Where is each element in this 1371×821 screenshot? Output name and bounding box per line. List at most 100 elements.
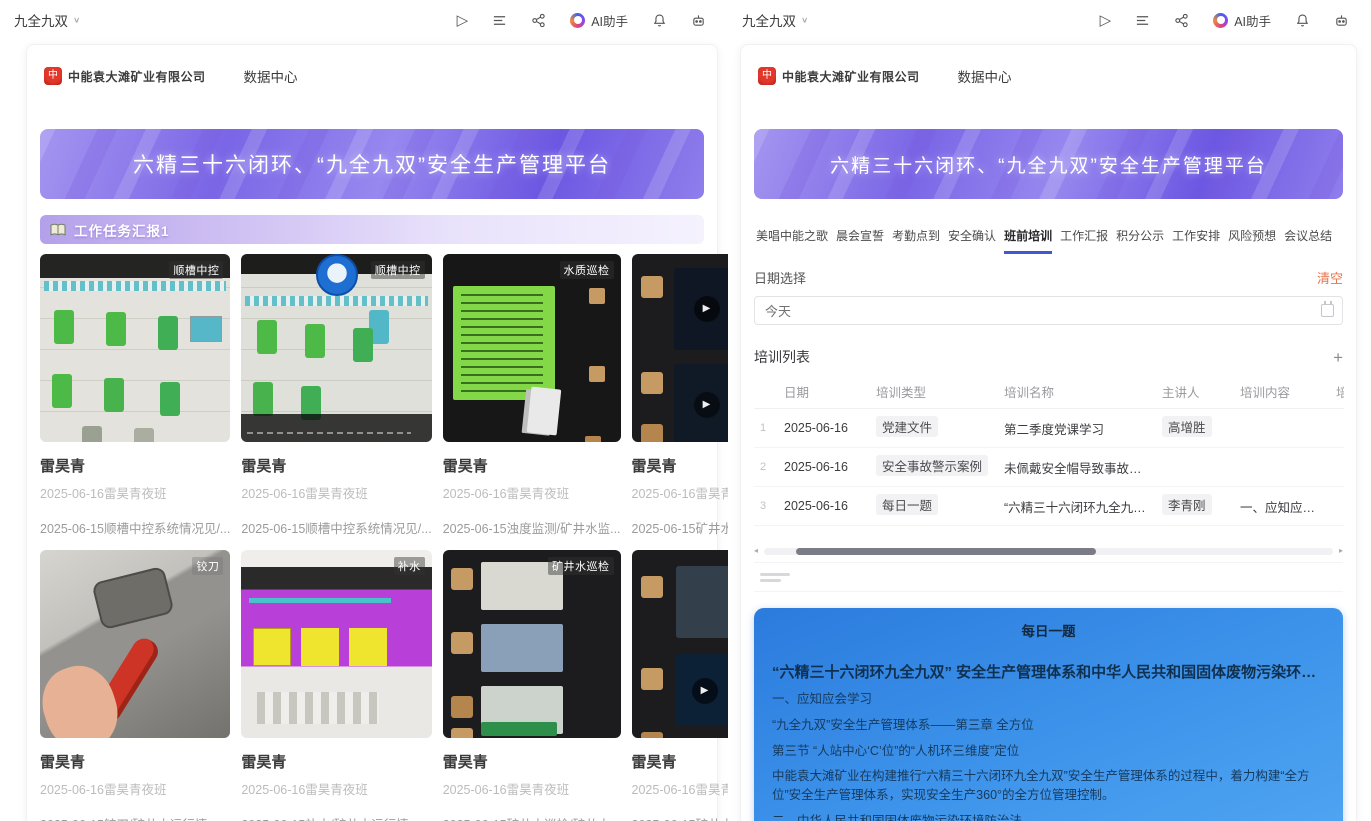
- row-index: 3: [754, 487, 778, 526]
- video-thumbnail[interactable]: 铰刀: [40, 550, 230, 738]
- video-thumbnail[interactable]: 水质巡检: [443, 254, 621, 442]
- card-title: 雷昊青: [443, 751, 621, 772]
- tab-work-report[interactable]: 工作汇报: [1060, 225, 1108, 254]
- left-topbar-icons: ▷ AI助手: [457, 11, 706, 30]
- training-list-header: 培训列表 +: [754, 347, 1343, 367]
- scroll-left-icon[interactable]: ◂: [754, 546, 758, 555]
- tab-points-publicity[interactable]: 积分公示: [1116, 225, 1164, 254]
- list-icon[interactable]: [492, 13, 507, 28]
- ai-assistant-button[interactable]: AI助手: [1213, 11, 1271, 30]
- ai-assistant-button[interactable]: AI助手: [570, 11, 628, 30]
- workspace-switcher[interactable]: 九全九双 ∨: [742, 10, 808, 30]
- calendar-icon[interactable]: [1321, 304, 1334, 317]
- scroll-right-icon[interactable]: ▸: [1339, 546, 1343, 555]
- cell-name: “六精三十六闭环九全九双”安...: [998, 487, 1156, 526]
- module-tabs: 美唱中能之歌 晨会宣誓 考勤点到 安全确认 班前培训 工作汇报 积分公示 工作安…: [754, 225, 1343, 254]
- col-speaker: 主讲人: [1156, 375, 1234, 409]
- tab-risk-anticipation[interactable]: 风险预想: [1228, 225, 1276, 254]
- tab-safety-confirm[interactable]: 安全确认: [948, 225, 996, 254]
- thumbnail-tag: 顺槽中控: [169, 261, 223, 279]
- thumbnail-art: [641, 576, 663, 598]
- robot-icon[interactable]: [1334, 13, 1349, 28]
- share-icon[interactable]: [531, 13, 546, 28]
- thumbnail-art: [249, 598, 391, 603]
- work-report-card[interactable]: 顺槽中控 雷昊青 2025-06-16雷昊青夜班 2025-06-15顺槽中控系…: [241, 254, 431, 537]
- company-logo: 中能袁大滩矿业有限公司: [758, 67, 920, 85]
- col-truncated: 培训: [1330, 375, 1344, 409]
- table-row[interactable]: 1 2025-06-16 党建文件 第二季度党课学习 高增胜: [754, 409, 1344, 448]
- video-thumbnail[interactable]: 顺槽中控: [40, 254, 230, 442]
- cell-name: 未佩戴安全帽导致事故发生: [998, 448, 1156, 487]
- card-title: 雷昊青: [40, 455, 230, 476]
- add-button[interactable]: +: [1333, 349, 1343, 366]
- clear-button[interactable]: 清空: [1317, 268, 1343, 287]
- thumbnail-tag: 矿井水巡检: [548, 557, 614, 575]
- tab-attendance[interactable]: 考勤点到: [892, 225, 940, 254]
- nav-data-center[interactable]: 数据中心: [958, 66, 1012, 86]
- horizontal-scrollbar[interactable]: ◂ ▸: [754, 546, 1343, 556]
- workspace-switcher[interactable]: 九全九双 ∨: [14, 10, 80, 30]
- cell-content: [1234, 448, 1330, 487]
- tab-work-arrangement[interactable]: 工作安排: [1172, 225, 1220, 254]
- right-content-card: 中能袁大滩矿业有限公司 数据中心 六精三十六闭环、“九全九双”安全生产管理平台 …: [740, 44, 1357, 821]
- card-description: 2025-06-15铰刀/矿井水运行情...: [40, 814, 230, 821]
- bell-icon[interactable]: [652, 13, 667, 28]
- work-report-card[interactable]: 顺槽中控 雷昊青 2025-06-16雷昊青夜班 2025-06-15顺槽中控系…: [40, 254, 230, 537]
- thumbnail-art: [257, 692, 379, 724]
- daily-question-line: 中能袁大滩矿业在构建推行“六精三十六闭环九全九双”安全生产管理体系的过程中，着力…: [772, 767, 1325, 805]
- daily-question-line: 第三节 “人站中心‘C’位”的“人机环三维度”定位: [772, 742, 1325, 761]
- cell-name: 第二季度党课学习: [998, 409, 1156, 448]
- tab-sing-company-song[interactable]: 美唱中能之歌: [756, 225, 828, 254]
- work-report-card[interactable]: 铰刀 雷昊青 2025-06-16雷昊青夜班 2025-06-15铰刀/矿井水运…: [40, 550, 230, 821]
- daily-question-line: 一、应知应会学习: [772, 690, 1325, 709]
- book-icon: [50, 223, 66, 237]
- bell-icon[interactable]: [1295, 13, 1310, 28]
- cell-date: 2025-06-16: [778, 409, 870, 448]
- list-icon[interactable]: [1135, 13, 1150, 28]
- thumbnail-art: [91, 566, 174, 630]
- share-icon[interactable]: [1174, 13, 1189, 28]
- col-name: 培训名称: [998, 375, 1156, 409]
- card-title: 雷昊青: [241, 455, 431, 476]
- card-description: 2025-06-15补水/矿井水运行情...: [241, 814, 431, 821]
- card-subtitle: 2025-06-16雷昊青夜班: [443, 483, 621, 502]
- thumbnail-art: [253, 628, 291, 666]
- daily-question-panel: 每日一题 “六精三十六闭环九全九双” 安全生产管理体系和中华人民共和国固体废物污…: [754, 608, 1343, 821]
- work-report-card[interactable]: 补水 雷昊青 2025-06-16雷昊青夜班 2025-06-15补水/矿井水运…: [241, 550, 431, 821]
- card-subtitle: 2025-06-16雷昊青夜班: [241, 483, 431, 502]
- nav-data-center[interactable]: 数据中心: [244, 66, 298, 86]
- platform-banner-title: 六精三十六闭环、“九全九双”安全生产管理平台: [133, 149, 611, 179]
- work-report-card[interactable]: 矿井水巡检 雷昊青 2025-06-16雷昊青夜班 2025-06-15矿井水巡…: [443, 550, 621, 821]
- thumbnail-art: [526, 387, 561, 436]
- card-description: 2025-06-15矿井水巡检/矿井水...: [443, 814, 621, 821]
- thumbnail-art: [453, 286, 555, 400]
- play-icon[interactable]: ▷: [457, 13, 469, 28]
- play-icon[interactable]: ▷: [1100, 13, 1112, 28]
- right-topbar-icons: ▷ AI助手: [1100, 11, 1349, 30]
- thumbnail-tag: 补水: [394, 557, 425, 575]
- video-thumbnail[interactable]: 矿井水巡检: [443, 550, 621, 738]
- table-footer: [754, 562, 1343, 592]
- tab-meeting-summary[interactable]: 会议总结: [1284, 225, 1332, 254]
- right-topbar: 九全九双 ∨ ▷ AI助手: [728, 0, 1371, 40]
- date-input[interactable]: [754, 296, 1343, 325]
- screen: 九全九双 ∨ ▷ AI助手 中能袁大滩矿业有限公司: [0, 0, 1371, 821]
- tab-preshift-training[interactable]: 班前培训: [1004, 225, 1052, 254]
- work-report-card[interactable]: 水质巡检 雷昊青 2025-06-16雷昊青夜班 2025-06-15浊度监测/…: [443, 254, 621, 537]
- scrollbar-thumb[interactable]: [796, 548, 1096, 555]
- tab-morning-oath[interactable]: 晨会宣誓: [836, 225, 884, 254]
- table-row[interactable]: 2 2025-06-16 安全事故警示案例 未佩戴安全帽导致事故发生: [754, 448, 1344, 487]
- video-thumbnail[interactable]: 补水: [241, 550, 431, 738]
- card-title: 雷昊青: [241, 751, 431, 772]
- daily-question-heading: “六精三十六闭环九全九双” 安全生产管理体系和中华人民共和国固体废物污染环境防.…: [772, 662, 1325, 683]
- window-right: 九全九双 ∨ ▷ AI助手 中能袁大滩矿业有限公司: [728, 0, 1371, 821]
- video-thumbnail[interactable]: 顺槽中控: [241, 254, 431, 442]
- thumbnail-art: [641, 276, 663, 298]
- robot-icon[interactable]: [691, 13, 706, 28]
- thumbnail-art: [481, 722, 557, 736]
- date-filter-row: 日期选择 清空: [754, 268, 1343, 287]
- platform-banner-title: 六精三十六闭环、“九全九双”安全生产管理平台: [830, 151, 1267, 178]
- card-subtitle: 2025-06-16雷昊青夜班: [443, 779, 621, 798]
- cell-speaker: 李青刚: [1162, 494, 1212, 515]
- table-row[interactable]: 3 2025-06-16 每日一题 “六精三十六闭环九全九双”安... 李青刚 …: [754, 487, 1344, 526]
